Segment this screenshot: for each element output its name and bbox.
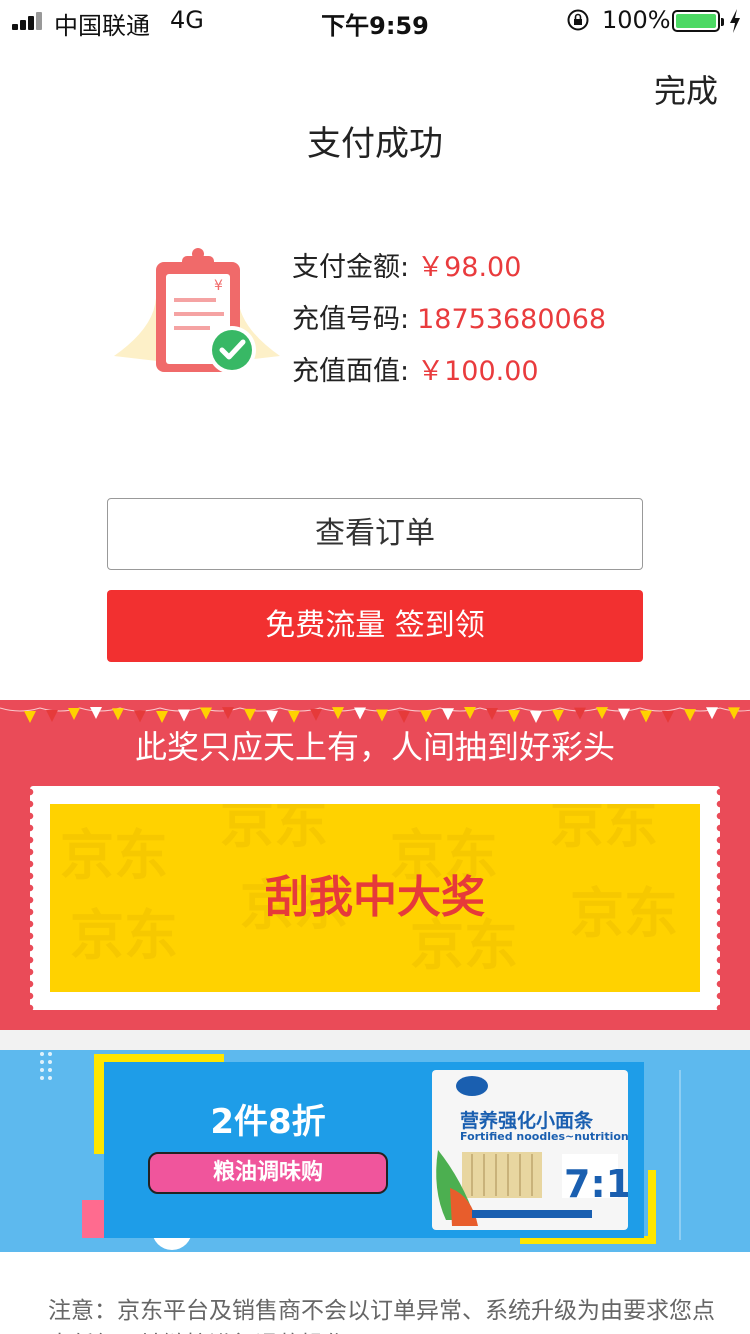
recharge-number-value: 18753680068 — [417, 304, 607, 335]
scratch-prompt: 刮我中大奖 — [265, 872, 485, 923]
page-title: 支付成功 — [307, 124, 443, 164]
product-title: 营养强化小面条 — [460, 1110, 594, 1132]
payment-amount-value: ￥98.00 — [417, 252, 522, 283]
scratch-card: 京东 京东 京东 京东 京东 京东 京东 京东 刮我中大奖 — [26, 786, 724, 1010]
recharge-face-value-value: ￥100.00 — [417, 356, 539, 387]
status-bar: 中国联通 4G 下午9:59 100% — [0, 0, 750, 40]
product-ratio: 7:1 — [564, 1162, 628, 1206]
recharge-face-value-row: 充值面值: ￥100.00 — [292, 350, 606, 402]
payment-success-illustration: ¥ — [114, 248, 280, 374]
orientation-lock-icon — [567, 9, 589, 31]
scratch-slogan: 此奖只应天上有，人间抽到好彩头 — [134, 728, 615, 766]
recharge-number-label: 充值号码: — [292, 304, 410, 335]
battery-icon — [672, 10, 724, 32]
done-button[interactable]: 完成 — [654, 66, 718, 112]
payment-amount-row: 支付金额: ￥98.00 — [292, 246, 606, 298]
section-divider — [0, 1030, 750, 1050]
recharge-number-row: 充值号码: 18753680068 — [292, 298, 606, 350]
free-data-checkin-button[interactable]: 免费流量 签到领 — [107, 590, 643, 662]
battery-percent: 100% — [602, 6, 671, 34]
scratch-area[interactable]: 京东 京东 京东 京东 京东 京东 京东 京东 刮我中大奖 — [50, 804, 700, 992]
payment-amount-label: 支付金额: — [292, 252, 410, 283]
product-subtitle: Fortified noodles~nutrition — [460, 1130, 628, 1143]
scratch-lottery-section: 此奖只应天上有，人间抽到好彩头 京东 京东 京东 京东 京东 京东 京东 京东 … — [0, 700, 750, 1030]
product-image: 营养强化小面条 Fortified noodles~nutrition 7:1 — [432, 1070, 628, 1230]
promo-category-tag: 粮油调味购 — [148, 1152, 388, 1194]
charging-icon — [730, 9, 740, 33]
payment-details: 支付金额: ￥98.00 充值号码: 18753680068 充值面值: ￥100.0… — [292, 246, 606, 402]
noodle-pack-graphic — [436, 1076, 618, 1226]
promo-discount-text: 2件8折 — [210, 1102, 326, 1142]
recharge-face-value-label: 充值面值: — [292, 356, 410, 387]
promo-banner[interactable]: 2件8折 粮油调味购 营养强化小面条 Fortified noodles~nut… — [0, 1050, 750, 1252]
view-order-button[interactable]: 查看订单 — [107, 498, 643, 570]
svg-text:¥: ¥ — [214, 278, 223, 294]
security-notice: 注意：京东平台及销售商不会以订单异常、系统升级为由要求您点击任何网址链接进行退款… — [48, 1298, 715, 1334]
